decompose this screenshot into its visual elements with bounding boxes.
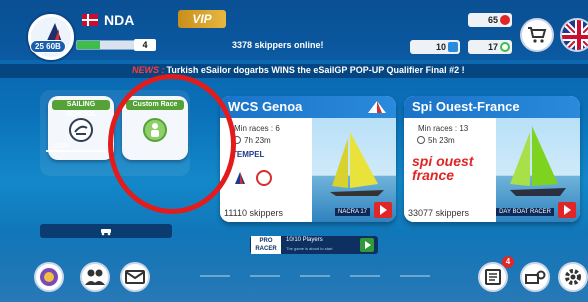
boat-selector-strip[interactable] xyxy=(40,224,172,238)
boat-settings-icon xyxy=(525,270,546,284)
player-name: NDA xyxy=(104,12,135,28)
shop-button[interactable] xyxy=(520,18,554,52)
news-headline: Turkish eSailor dogarbs WINS the eSailGP… xyxy=(166,65,465,75)
car-icon xyxy=(101,229,111,236)
race-boat-image: NACRA 17 xyxy=(312,118,396,222)
page-dash xyxy=(250,275,280,277)
green-counter[interactable]: 17 xyxy=(468,40,512,54)
credit-icon xyxy=(448,42,458,52)
boat-class-tag: NACRA 17 xyxy=(334,208,370,216)
page-dash xyxy=(200,275,230,277)
vip-badge[interactable]: VIP xyxy=(178,10,226,28)
denmark-flag-icon xyxy=(82,14,98,26)
pro-racer-logo-bottom: RACER xyxy=(255,246,277,252)
sponsor-logo: TEMPEL xyxy=(232,150,265,159)
sailing-logo-icon xyxy=(232,170,248,186)
friends-icon xyxy=(85,269,105,285)
race-title: Spi Ouest-France xyxy=(404,96,580,118)
page-dash xyxy=(350,275,380,277)
boat-class-tag: DAY BOAT RACER xyxy=(496,208,554,216)
level-badge: 25 60B xyxy=(30,40,66,53)
min-races-text: Min races : 13 xyxy=(418,124,469,133)
pro-racer-players: 10/10 Players xyxy=(286,237,323,243)
pro-racer-logo: PRO RACER xyxy=(251,236,281,254)
trophy-icon xyxy=(40,268,58,286)
genoa-logo-icon xyxy=(256,170,272,186)
gear-icon xyxy=(565,269,581,285)
sailing-school-label: SAILING SCHOOL xyxy=(52,100,110,118)
min-races-text: Min races : 6 xyxy=(234,124,280,133)
race-card-wcs-genoa[interactable]: WCS Genoa Min races : 6 7h 23m TEMPEL 11… xyxy=(220,96,396,222)
credits-value: 10 xyxy=(435,42,446,52)
race-boat-image: DAY BOAT RACER xyxy=(496,118,580,222)
skippers-count: 33077 skippers xyxy=(408,208,470,218)
race-card-spi-ouest-france[interactable]: Spi Ouest-France Min races : 13 5h 23m s… xyxy=(404,96,580,222)
page-dash xyxy=(300,275,330,277)
green-coin-icon xyxy=(500,42,510,52)
boat-wheel-icon xyxy=(69,118,93,142)
language-button[interactable] xyxy=(560,18,588,52)
friends-button[interactable] xyxy=(80,262,110,292)
pro-racer-subtitle: The game is about to start xyxy=(286,246,333,251)
pro-racer-play-button[interactable] xyxy=(360,238,374,252)
coin-icon xyxy=(500,15,510,25)
highlight-circle xyxy=(108,74,236,214)
xp-value: 4 xyxy=(134,39,156,51)
sponsor-logo: spi ouest france xyxy=(412,153,474,183)
notification-badge: 4 xyxy=(502,256,514,268)
green-value: 17 xyxy=(487,42,498,52)
race-duration: 5h 23m xyxy=(428,136,455,145)
clock-icon xyxy=(417,136,425,144)
newspaper-icon xyxy=(485,269,501,285)
race-play-button[interactable] xyxy=(374,202,392,218)
coins-value: 65 xyxy=(487,15,498,25)
pro-racer-logo-top: PRO xyxy=(259,238,273,244)
messages-button[interactable] xyxy=(120,262,150,292)
page-dash xyxy=(400,275,430,277)
race-duration: 7h 23m xyxy=(244,136,271,145)
boats-button[interactable] xyxy=(520,262,550,292)
sailing-school-progress: 100% xyxy=(52,143,70,150)
xp-progress-fill xyxy=(77,41,100,49)
news-label: NEWS : xyxy=(132,65,165,75)
skippers-count: 11110 skippers xyxy=(224,208,284,218)
profile-button[interactable] xyxy=(34,262,64,292)
skippers-online-text: 3378 skippers online! xyxy=(232,40,324,50)
mail-icon xyxy=(125,270,145,284)
settings-button[interactable] xyxy=(558,262,588,292)
uk-flag-icon xyxy=(562,20,588,50)
credits-counter[interactable]: 10 xyxy=(410,40,460,54)
cart-icon xyxy=(528,27,547,43)
news-text: NEWS : Turkish eSailor dogarbs WINS the e… xyxy=(132,65,465,75)
race-info: Min races : 13 5h 23m spi ouest france 3… xyxy=(404,118,496,222)
race-play-button[interactable] xyxy=(558,202,576,218)
race-logo-icon xyxy=(368,101,386,113)
sailing-school-progress-bar xyxy=(46,150,106,152)
news-ticker[interactable]: NEWS : Turkish eSailor dogarbs WINS the e… xyxy=(0,64,588,78)
player-avatar[interactable] xyxy=(28,14,74,60)
coins-counter[interactable]: 65 xyxy=(468,13,512,27)
